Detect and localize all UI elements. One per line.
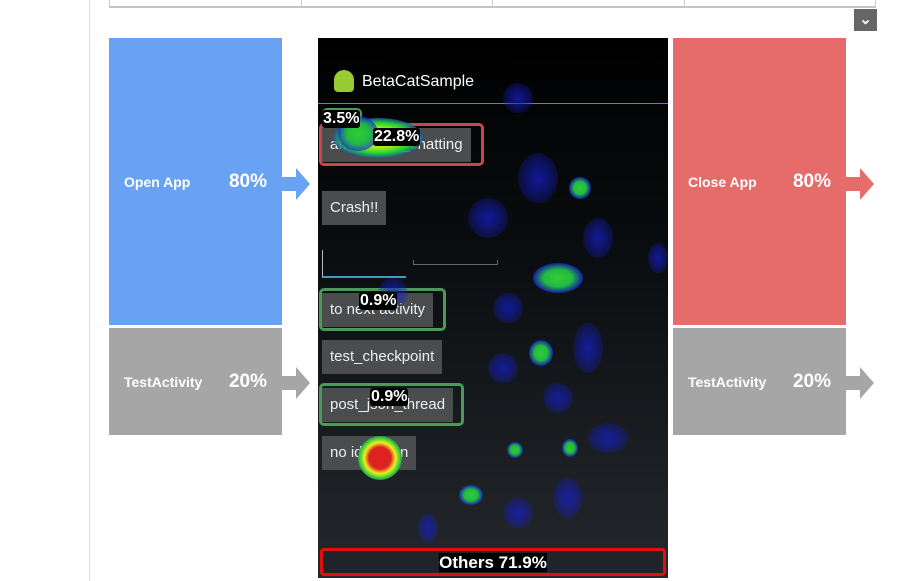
arrow-stem bbox=[846, 177, 860, 191]
heat-blob bbox=[529, 340, 553, 366]
heat-blob bbox=[583, 218, 613, 258]
heat-blob bbox=[459, 485, 483, 505]
exit-label: Close App bbox=[688, 173, 757, 190]
entry-testactivity[interactable]: TestActivity 20% bbox=[109, 328, 282, 435]
heat-blob bbox=[569, 177, 591, 199]
percent-label: 22.8% bbox=[373, 128, 421, 146]
exit-percent: 80% bbox=[792, 170, 831, 192]
percent-label: 3.5% bbox=[322, 110, 361, 128]
arrow-stem bbox=[846, 376, 860, 390]
entry-open-app[interactable]: Open App 80% bbox=[109, 38, 282, 325]
entry-label: TestActivity bbox=[124, 373, 203, 390]
entry-label: Open App bbox=[124, 173, 191, 190]
heat-blob bbox=[553, 478, 583, 518]
heat-blob bbox=[518, 153, 558, 203]
crash-button[interactable]: Crash!! bbox=[322, 191, 387, 225]
test-checkpoint-button[interactable]: test_checkpoint bbox=[322, 340, 443, 374]
exit-label: TestActivity bbox=[688, 373, 767, 390]
entry-percent: 20% bbox=[228, 370, 267, 392]
page-border bbox=[89, 0, 90, 581]
heat-blob bbox=[588, 423, 628, 453]
percent-label: 0.9% bbox=[370, 388, 409, 406]
entry-percent: 80% bbox=[228, 170, 267, 192]
heat-blob bbox=[488, 353, 518, 383]
heat-blob bbox=[533, 263, 583, 293]
heat-blob bbox=[648, 243, 668, 273]
text-input-2[interactable] bbox=[413, 260, 498, 265]
arrow-right-icon bbox=[860, 168, 874, 200]
chevron-down-icon: ⌄ bbox=[859, 11, 872, 28]
others-label: Others 71.9% bbox=[439, 553, 547, 572]
exit-percent: 20% bbox=[792, 370, 831, 392]
no-id-button[interactable]: no id button bbox=[322, 436, 417, 470]
android-icon bbox=[334, 70, 354, 92]
heat-blob bbox=[493, 293, 523, 323]
arrow-right-icon bbox=[296, 367, 310, 399]
percent-label: 0.9% bbox=[359, 292, 398, 310]
arrow-stem bbox=[282, 177, 296, 191]
exit-close-app[interactable]: Close App 80% bbox=[673, 38, 846, 325]
table-bottom bbox=[109, 0, 876, 8]
text-input[interactable] bbox=[322, 250, 406, 278]
heatmap-screen: BetaCatSample 3.5% after_open_chatting 2… bbox=[318, 38, 668, 578]
exit-testactivity[interactable]: TestActivity 20% bbox=[673, 328, 846, 435]
heat-blob bbox=[468, 198, 508, 238]
heat-blob bbox=[503, 498, 533, 528]
heat-blob bbox=[562, 439, 578, 457]
others-bar: Others 71.9% bbox=[320, 548, 666, 576]
arrow-right-icon bbox=[296, 168, 310, 200]
heat-blob bbox=[418, 513, 438, 543]
app-title: BetaCatSample bbox=[362, 72, 475, 90]
heat-blob bbox=[543, 383, 573, 413]
heat-blob bbox=[573, 323, 603, 373]
app-title-bar: BetaCatSample bbox=[318, 38, 668, 104]
arrow-right-icon bbox=[860, 367, 874, 399]
arrow-stem bbox=[282, 376, 296, 390]
expand-button[interactable]: ⌄ bbox=[854, 9, 877, 31]
heat-blob bbox=[507, 442, 523, 458]
